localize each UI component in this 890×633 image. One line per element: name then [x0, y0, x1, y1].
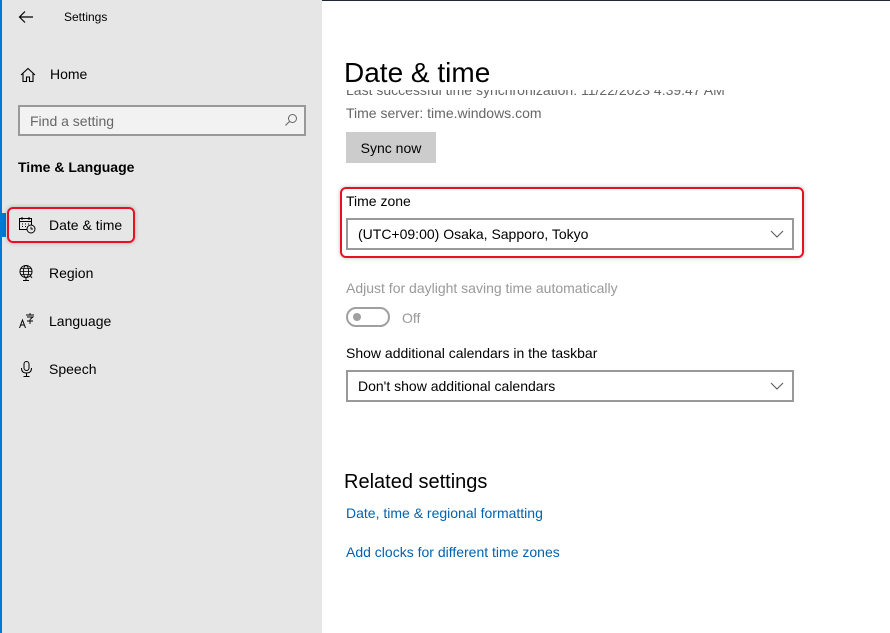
- title-bar: Settings: [2, 0, 322, 34]
- window-border: [0, 0, 2, 633]
- section-title: Time & Language: [18, 159, 135, 175]
- toggle-knob: [353, 313, 361, 321]
- related-settings-title: Related settings: [344, 471, 488, 493]
- sidebar-item-home[interactable]: Home: [2, 60, 322, 90]
- window-border-top: [322, 0, 890, 1]
- regional-formatting-link[interactable]: Date, time & regional formatting: [346, 505, 543, 521]
- globe-icon: [19, 265, 33, 281]
- main-content: Last successful time synchronization: 11…: [322, 0, 890, 633]
- search-box: [18, 105, 306, 136]
- home-icon: [20, 67, 36, 83]
- dst-label: Adjust for daylight saving time automati…: [346, 280, 618, 296]
- calendars-value: Don't show additional calendars: [358, 378, 556, 394]
- chevron-down-icon: [770, 230, 784, 238]
- dst-toggle-state: Off: [402, 310, 421, 326]
- sidebar-item-label: Language: [49, 313, 112, 329]
- page-title: Date & time: [344, 56, 884, 90]
- sidebar-item-label: Date & time: [49, 217, 123, 233]
- search-input[interactable]: [20, 107, 270, 134]
- time-server-text: Time server: time.windows.com: [346, 105, 542, 121]
- sidebar-item-speech[interactable]: Speech: [2, 351, 322, 387]
- home-label: Home: [50, 66, 88, 82]
- add-clocks-link[interactable]: Add clocks for different time zones: [346, 544, 560, 560]
- window-title: Settings: [64, 10, 108, 24]
- selection-indicator: [2, 213, 6, 237]
- microphone-icon: [21, 361, 32, 377]
- back-button[interactable]: [14, 6, 38, 28]
- calendar-clock-icon: [19, 217, 36, 234]
- sidebar-item-label: Speech: [49, 361, 97, 377]
- sidebar-item-date-time[interactable]: Date & time: [2, 207, 322, 243]
- language-icon: [19, 313, 35, 329]
- dst-toggle[interactable]: [346, 307, 390, 327]
- chevron-down-icon: [770, 382, 784, 390]
- time-zone-label: Time zone: [346, 193, 411, 209]
- search-icon[interactable]: [284, 113, 298, 127]
- sidebar: Settings Home Time & Language: [2, 0, 322, 633]
- calendars-dropdown[interactable]: Don't show additional calendars: [346, 370, 794, 402]
- sidebar-item-language[interactable]: Language: [2, 303, 322, 339]
- time-zone-value: (UTC+09:00) Osaka, Sapporo, Tokyo: [358, 226, 589, 242]
- sidebar-item-label: Region: [49, 265, 94, 281]
- time-zone-dropdown[interactable]: (UTC+09:00) Osaka, Sapporo, Tokyo: [346, 218, 794, 250]
- arrow-left-icon: [18, 11, 33, 23]
- sync-now-button[interactable]: Sync now: [346, 132, 436, 163]
- calendars-label: Show additional calendars in the taskbar: [346, 345, 598, 361]
- settings-window: Settings Home Time & Language: [0, 0, 890, 633]
- sidebar-item-region[interactable]: Region: [2, 255, 322, 291]
